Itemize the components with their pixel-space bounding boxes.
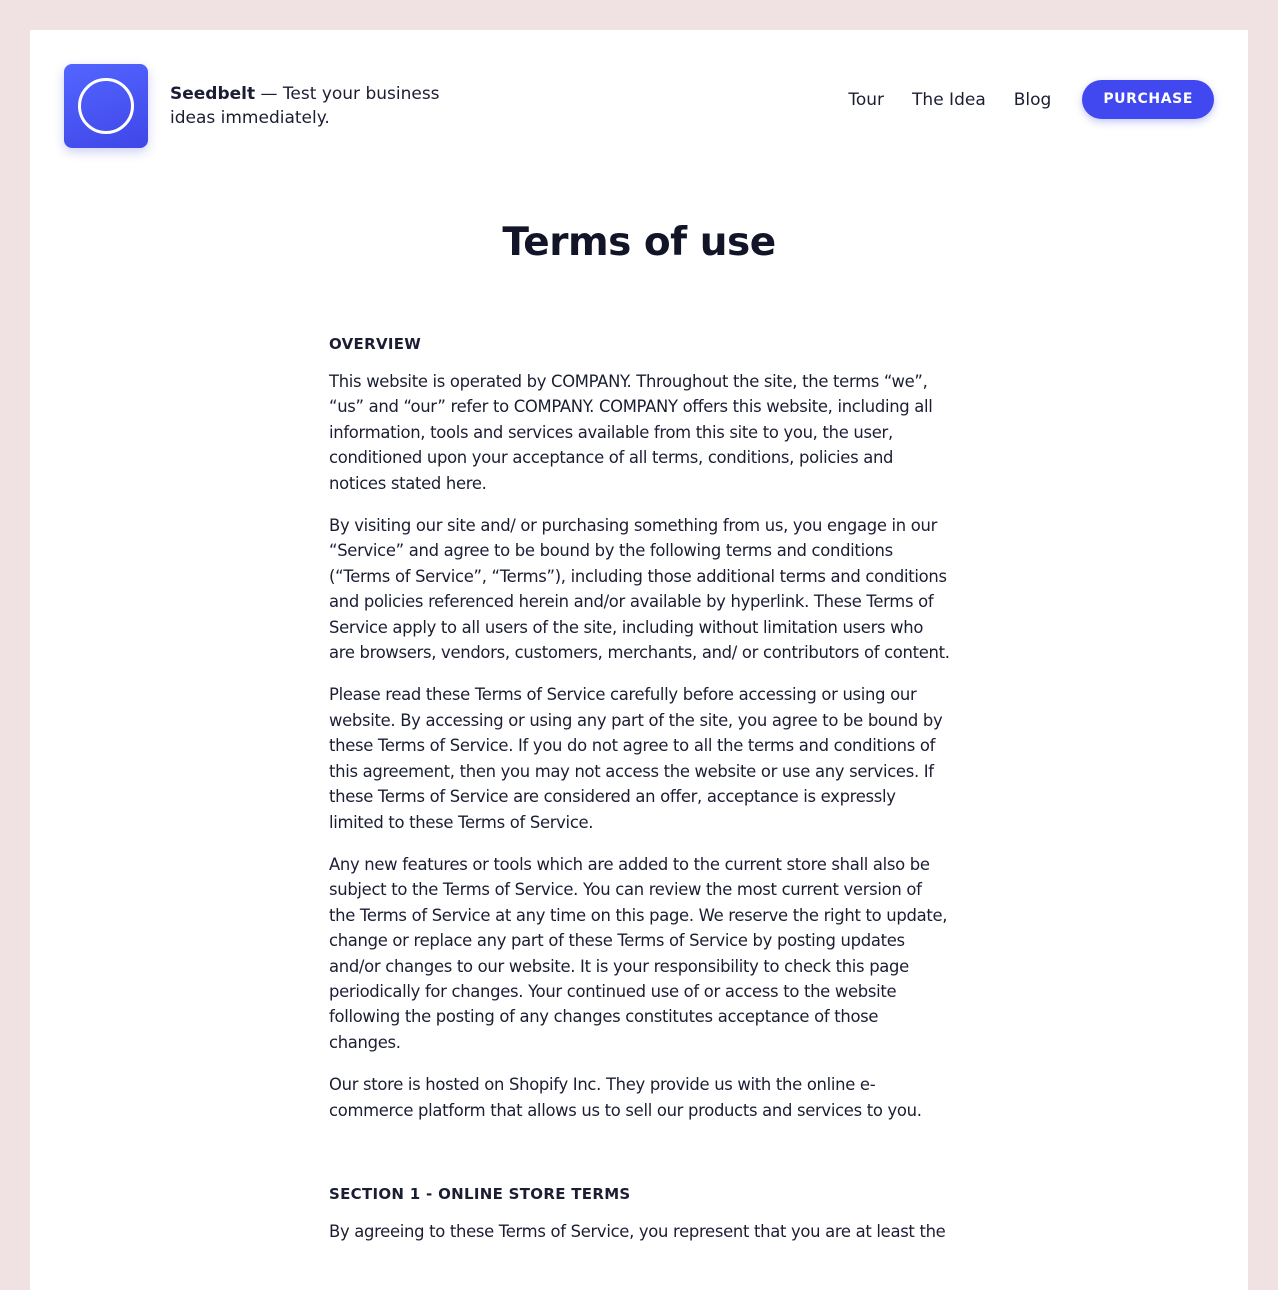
section-1-paragraph: By agreeing to these Terms of Service, y… (329, 1221, 946, 1241)
main-nav: Tour The Idea Blog PURCHASE (848, 80, 1214, 119)
logo-icon[interactable] (64, 64, 148, 148)
overview-paragraph: By visiting our site and/ or purchasing … (329, 516, 950, 663)
page-title: Terms of use (502, 220, 776, 265)
circle-ring-icon (78, 78, 134, 134)
overview-paragraph: Our store is hosted on Shopify Inc. They… (329, 1075, 922, 1120)
nav-item-blog[interactable]: Blog (1014, 87, 1052, 113)
overview-paragraph: Any new features or tools which are adde… (329, 854, 948, 1052)
brand-text: Seedbelt — Test your business ideas imme… (170, 82, 460, 130)
page-card: Seedbelt — Test your business ideas imme… (30, 30, 1248, 1290)
nav-item-the-idea[interactable]: The Idea (912, 87, 986, 113)
section-1-heading: SECTION 1 - ONLINE STORE TERMS (329, 1184, 631, 1203)
overview-paragraph: This website is operated by COMPANY. Thr… (329, 372, 933, 493)
overview-heading: OVERVIEW (329, 335, 422, 353)
overview-paragraph: Please read these Terms of Service caref… (329, 685, 943, 832)
brand-name: Seedbelt (170, 84, 256, 104)
terms-content: OVERVIEW This website is operated by COM… (329, 333, 951, 1261)
nav-item-tour[interactable]: Tour (848, 87, 884, 113)
purchase-button[interactable]: PURCHASE (1082, 80, 1214, 119)
